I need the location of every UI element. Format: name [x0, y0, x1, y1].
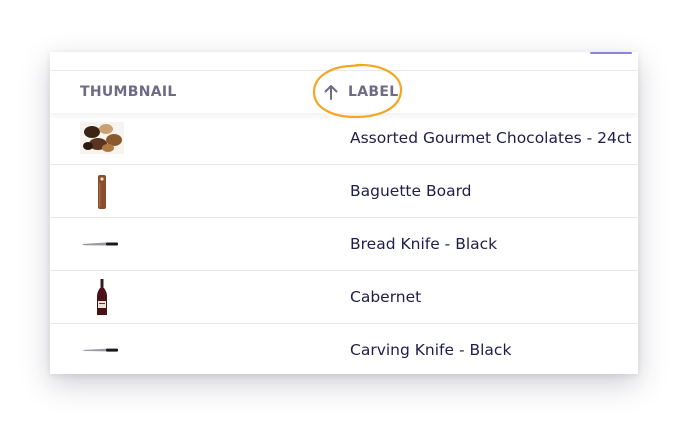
scrollbar-accent — [590, 52, 632, 54]
table-row[interactable]: Cabernet — [50, 271, 638, 324]
row-label: Carving Knife - Black — [350, 341, 512, 359]
table-row[interactable]: Carving Knife - Black — [50, 324, 638, 374]
column-header-thumbnail[interactable]: THUMBNAIL — [80, 71, 177, 113]
product-table-card: THUMBNAIL LABEL Assorted Gourmet Chocola… — [50, 52, 638, 374]
wine-bottle-thumbnail — [97, 279, 107, 315]
row-label: Baguette Board — [350, 182, 472, 200]
row-label: Bread Knife - Black — [350, 235, 498, 253]
knife-thumbnail — [82, 348, 118, 352]
table-row[interactable]: Assorted Gourmet Chocolates - 24ct — [50, 112, 638, 165]
cutting-board-thumbnail — [98, 175, 106, 209]
table-row[interactable]: Baguette Board — [50, 165, 638, 218]
table-row[interactable]: Bread Knife - Black — [50, 218, 638, 271]
arrow-up-icon — [324, 85, 338, 100]
row-label: Cabernet — [350, 288, 422, 306]
table-header: THUMBNAIL LABEL — [50, 63, 638, 119]
column-header-label-text: LABEL — [348, 84, 399, 100]
knife-thumbnail — [82, 242, 118, 246]
row-label: Assorted Gourmet Chocolates - 24ct — [350, 129, 632, 147]
column-header-label[interactable]: LABEL — [322, 71, 398, 113]
chocolates-thumbnail — [80, 122, 124, 154]
